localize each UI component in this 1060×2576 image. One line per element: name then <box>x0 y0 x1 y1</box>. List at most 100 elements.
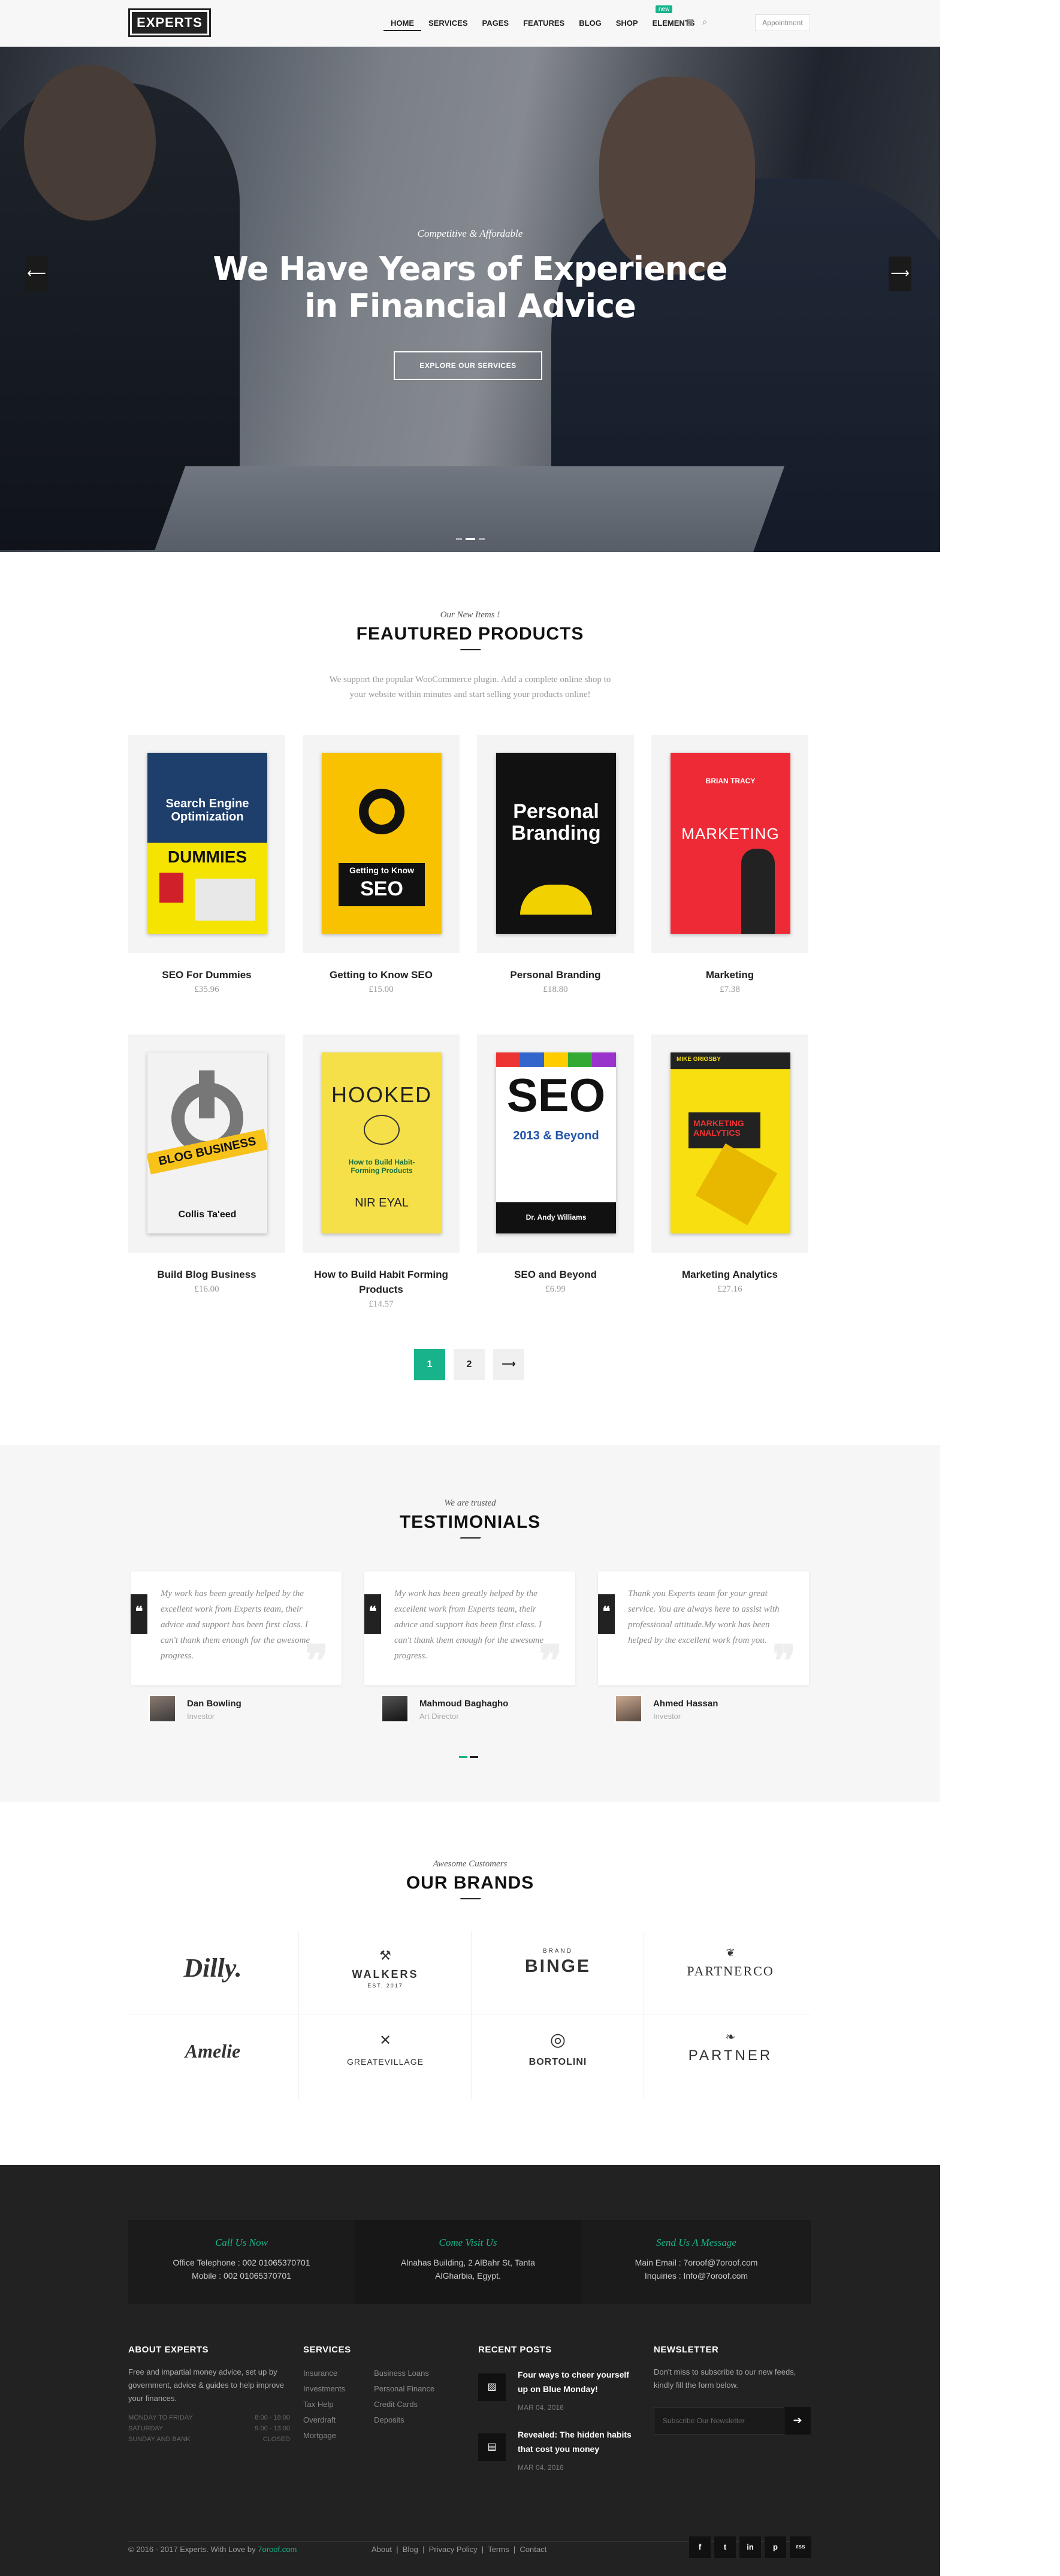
product-name[interactable]: SEO For Dummies <box>128 967 285 982</box>
slider-dot-active[interactable] <box>465 538 475 540</box>
product-name[interactable]: Marketing Analytics <box>651 1267 808 1282</box>
hours-time: 8:00 - 18:00 <box>255 2414 290 2421</box>
post-date: MAR 04, 2016 <box>518 2463 564 2472</box>
contact-line[interactable]: Inquiries : Info@7oroof.com <box>581 2269 811 2282</box>
products-desc-line2: your website within minutes and start se… <box>349 690 591 699</box>
cover-text: SEO <box>360 877 403 900</box>
service-link[interactable]: Investments <box>303 2381 345 2397</box>
carousel-dot-active[interactable] <box>459 1756 467 1758</box>
brand-logo-binge[interactable]: BRAND BINGE <box>471 1931 645 2013</box>
product-card[interactable]: Personal Branding Personal Branding £18.8… <box>477 735 634 995</box>
products-description: We support the popular WooCommerce plugi… <box>0 672 940 702</box>
products-title: FEAUTURED PRODUCTS <box>356 624 584 644</box>
product-card[interactable]: BLOG BUSINESS Collis Ta'eed Build Blog B… <box>128 1034 285 1295</box>
service-link[interactable]: Tax Help <box>303 2397 345 2412</box>
service-link[interactable]: Personal Finance <box>374 2381 434 2397</box>
newsletter-email-input[interactable]: Subscribe Our Newsletter <box>654 2407 784 2435</box>
footer-links: About | Blog | Privacy Policy | Terms | … <box>372 2545 547 2554</box>
footer-link-about[interactable]: About <box>372 2545 392 2554</box>
brand-logo-walkers[interactable]: ⚒ WALKERS EST. 2017 <box>298 1931 472 2013</box>
product-name[interactable]: Personal Branding <box>477 967 634 982</box>
brand-logo-partnerco[interactable]: ❦ PARTNERCO <box>644 1931 817 2013</box>
product-name[interactable]: Build Blog Business <box>128 1267 285 1282</box>
hero-title-line2: in Financial Advice <box>304 287 636 325</box>
product-name[interactable]: SEO and Beyond <box>477 1267 634 1282</box>
author-name: Mahmoud Baghagho <box>419 1699 509 1709</box>
facebook-icon[interactable]: f <box>689 2536 711 2558</box>
cart-icon[interactable]: ▣ <box>686 17 694 27</box>
product-card[interactable]: SEO 2013 & Beyond Dr. Andy Williams SEO … <box>477 1034 634 1295</box>
post-title[interactable]: Revealed: The hidden habits that cost yo… <box>518 2427 635 2456</box>
product-name[interactable]: How to Build Habit Forming Products <box>303 1267 460 1297</box>
recent-post[interactable]: ▤ Revealed: The hidden habits that cost … <box>478 2427 634 2481</box>
product-card[interactable]: HOOKED How to Build Habit-Forming Produc… <box>303 1034 460 1310</box>
product-card[interactable]: MIKE GRIGSBY MARKETING ANALYTICS Marketi… <box>651 1034 808 1295</box>
author-name: Ahmed Hassan <box>653 1699 718 1709</box>
book-cover: Getting to Know SEO <box>322 753 442 934</box>
nav-home[interactable]: HOME <box>383 18 421 31</box>
footer-posts-title: RECENT POSTS <box>478 2345 552 2355</box>
nav-services[interactable]: SERVICES <box>421 18 475 31</box>
brand-logo-bortolini[interactable]: ◎ BORTOLINI <box>471 2017 645 2099</box>
cover-text: MARKETING ANALYTICS <box>693 1118 744 1138</box>
arrow-left-icon[interactable]: ⟵ <box>25 257 48 291</box>
service-link[interactable]: Insurance <box>303 2366 345 2381</box>
main-nav: HOME SERVICES PAGES FEATURES BLOG SHOP E… <box>383 18 702 31</box>
product-card[interactable]: BRIAN TRACY MARKETING Marketing £7.38 <box>651 735 808 995</box>
nav-blog[interactable]: BLOG <box>572 18 609 31</box>
footer-link-blog[interactable]: Blog <box>403 2545 418 2554</box>
hero-title-line1: We Have Years of Experience <box>213 250 727 288</box>
brand-name: BORTOLINI <box>529 2057 587 2067</box>
service-link[interactable]: Overdraft <box>303 2412 345 2428</box>
pinterest-icon[interactable]: p <box>765 2536 786 2558</box>
nav-pages[interactable]: PAGES <box>475 18 517 31</box>
author-link[interactable]: 7oroof.com <box>258 2545 297 2554</box>
contact-line: AlGharbia, Egypt. <box>435 2271 501 2281</box>
opening-hours: MONDAY TO FRIDAY 8:00 - 18:00 SATURDAY 9:0… <box>128 2412 290 2445</box>
product-name[interactable]: Marketing <box>651 967 808 982</box>
footer-link-terms[interactable]: Terms <box>488 2545 509 2554</box>
page-1-button[interactable]: 1 <box>414 1349 445 1380</box>
service-link[interactable]: Business Loans <box>374 2366 434 2381</box>
hours-time: 9:00 - 13:00 <box>255 2425 290 2432</box>
product-card[interactable]: Search Engine Optimization DUMMIES SEO F… <box>128 735 285 995</box>
leaf-icon: ❧ <box>725 2031 736 2044</box>
quote-icon: ❝ <box>598 1594 615 1634</box>
recent-post[interactable]: ▨ Four ways to cheer yourself up on Blue… <box>478 2367 634 2421</box>
carousel-dot[interactable] <box>470 1756 478 1758</box>
newsletter-submit-button[interactable]: ➔ <box>784 2407 811 2435</box>
slider-dot[interactable] <box>455 538 462 540</box>
briefcase-icon: ▤ <box>478 2433 506 2461</box>
service-link[interactable]: Deposits <box>374 2412 434 2428</box>
footer-link-privacy[interactable]: Privacy Policy <box>429 2545 478 2554</box>
product-card[interactable]: Getting to Know SEO Getting to Know SEO … <box>303 735 460 995</box>
service-link[interactable]: Mortgage <box>303 2428 345 2444</box>
nav-shop[interactable]: SHOP <box>609 18 645 31</box>
brand-logo-partner[interactable]: ❧ PARTNER <box>644 2017 817 2099</box>
brand-logo-greatevillage[interactable]: ✕ GREATEVILLAGE <box>298 2017 472 2099</box>
arrow-right-icon[interactable]: ⟶ <box>889 257 911 291</box>
next-page-icon[interactable]: ⟶ <box>493 1349 524 1380</box>
rss-icon[interactable]: rss <box>790 2536 811 2558</box>
twitter-icon[interactable]: t <box>714 2536 736 2558</box>
page-2-button[interactable]: 2 <box>454 1349 485 1380</box>
post-title[interactable]: Four ways to cheer yourself up on Blue M… <box>518 2367 635 2396</box>
service-link[interactable]: Credit Cards <box>374 2397 434 2412</box>
brand-logo-dilly[interactable]: Dilly. <box>126 1931 300 2013</box>
appointment-button[interactable]: Appointment <box>755 14 810 31</box>
footer-about-title: ABOUT EXPERTS <box>128 2345 209 2355</box>
slider-dot[interactable] <box>478 538 485 540</box>
search-icon[interactable]: ⌕ <box>702 17 707 27</box>
brand-sub: BRAND <box>542 1948 573 1954</box>
cover-text: 2013 & Beyond <box>513 1129 599 1142</box>
footer-link-contact[interactable]: Contact <box>520 2545 546 2554</box>
footer-about: ABOUT EXPERTS Free and impartial money a… <box>128 2345 290 2445</box>
brand-logo-amelie[interactable]: Amelie <box>126 2017 300 2099</box>
contact-line[interactable]: Main Email : 7oroof@7oroof.com <box>581 2256 811 2269</box>
logo[interactable]: EXPERTS <box>128 8 211 37</box>
nav-features[interactable]: FEATURES <box>516 18 572 31</box>
explore-services-button[interactable]: EXPLORE OUR SERVICES <box>394 351 542 380</box>
book-cover: HOOKED How to Build Habit-Forming Produc… <box>322 1052 442 1233</box>
linkedin-icon[interactable]: in <box>739 2536 761 2558</box>
product-name[interactable]: Getting to Know SEO <box>303 967 460 982</box>
